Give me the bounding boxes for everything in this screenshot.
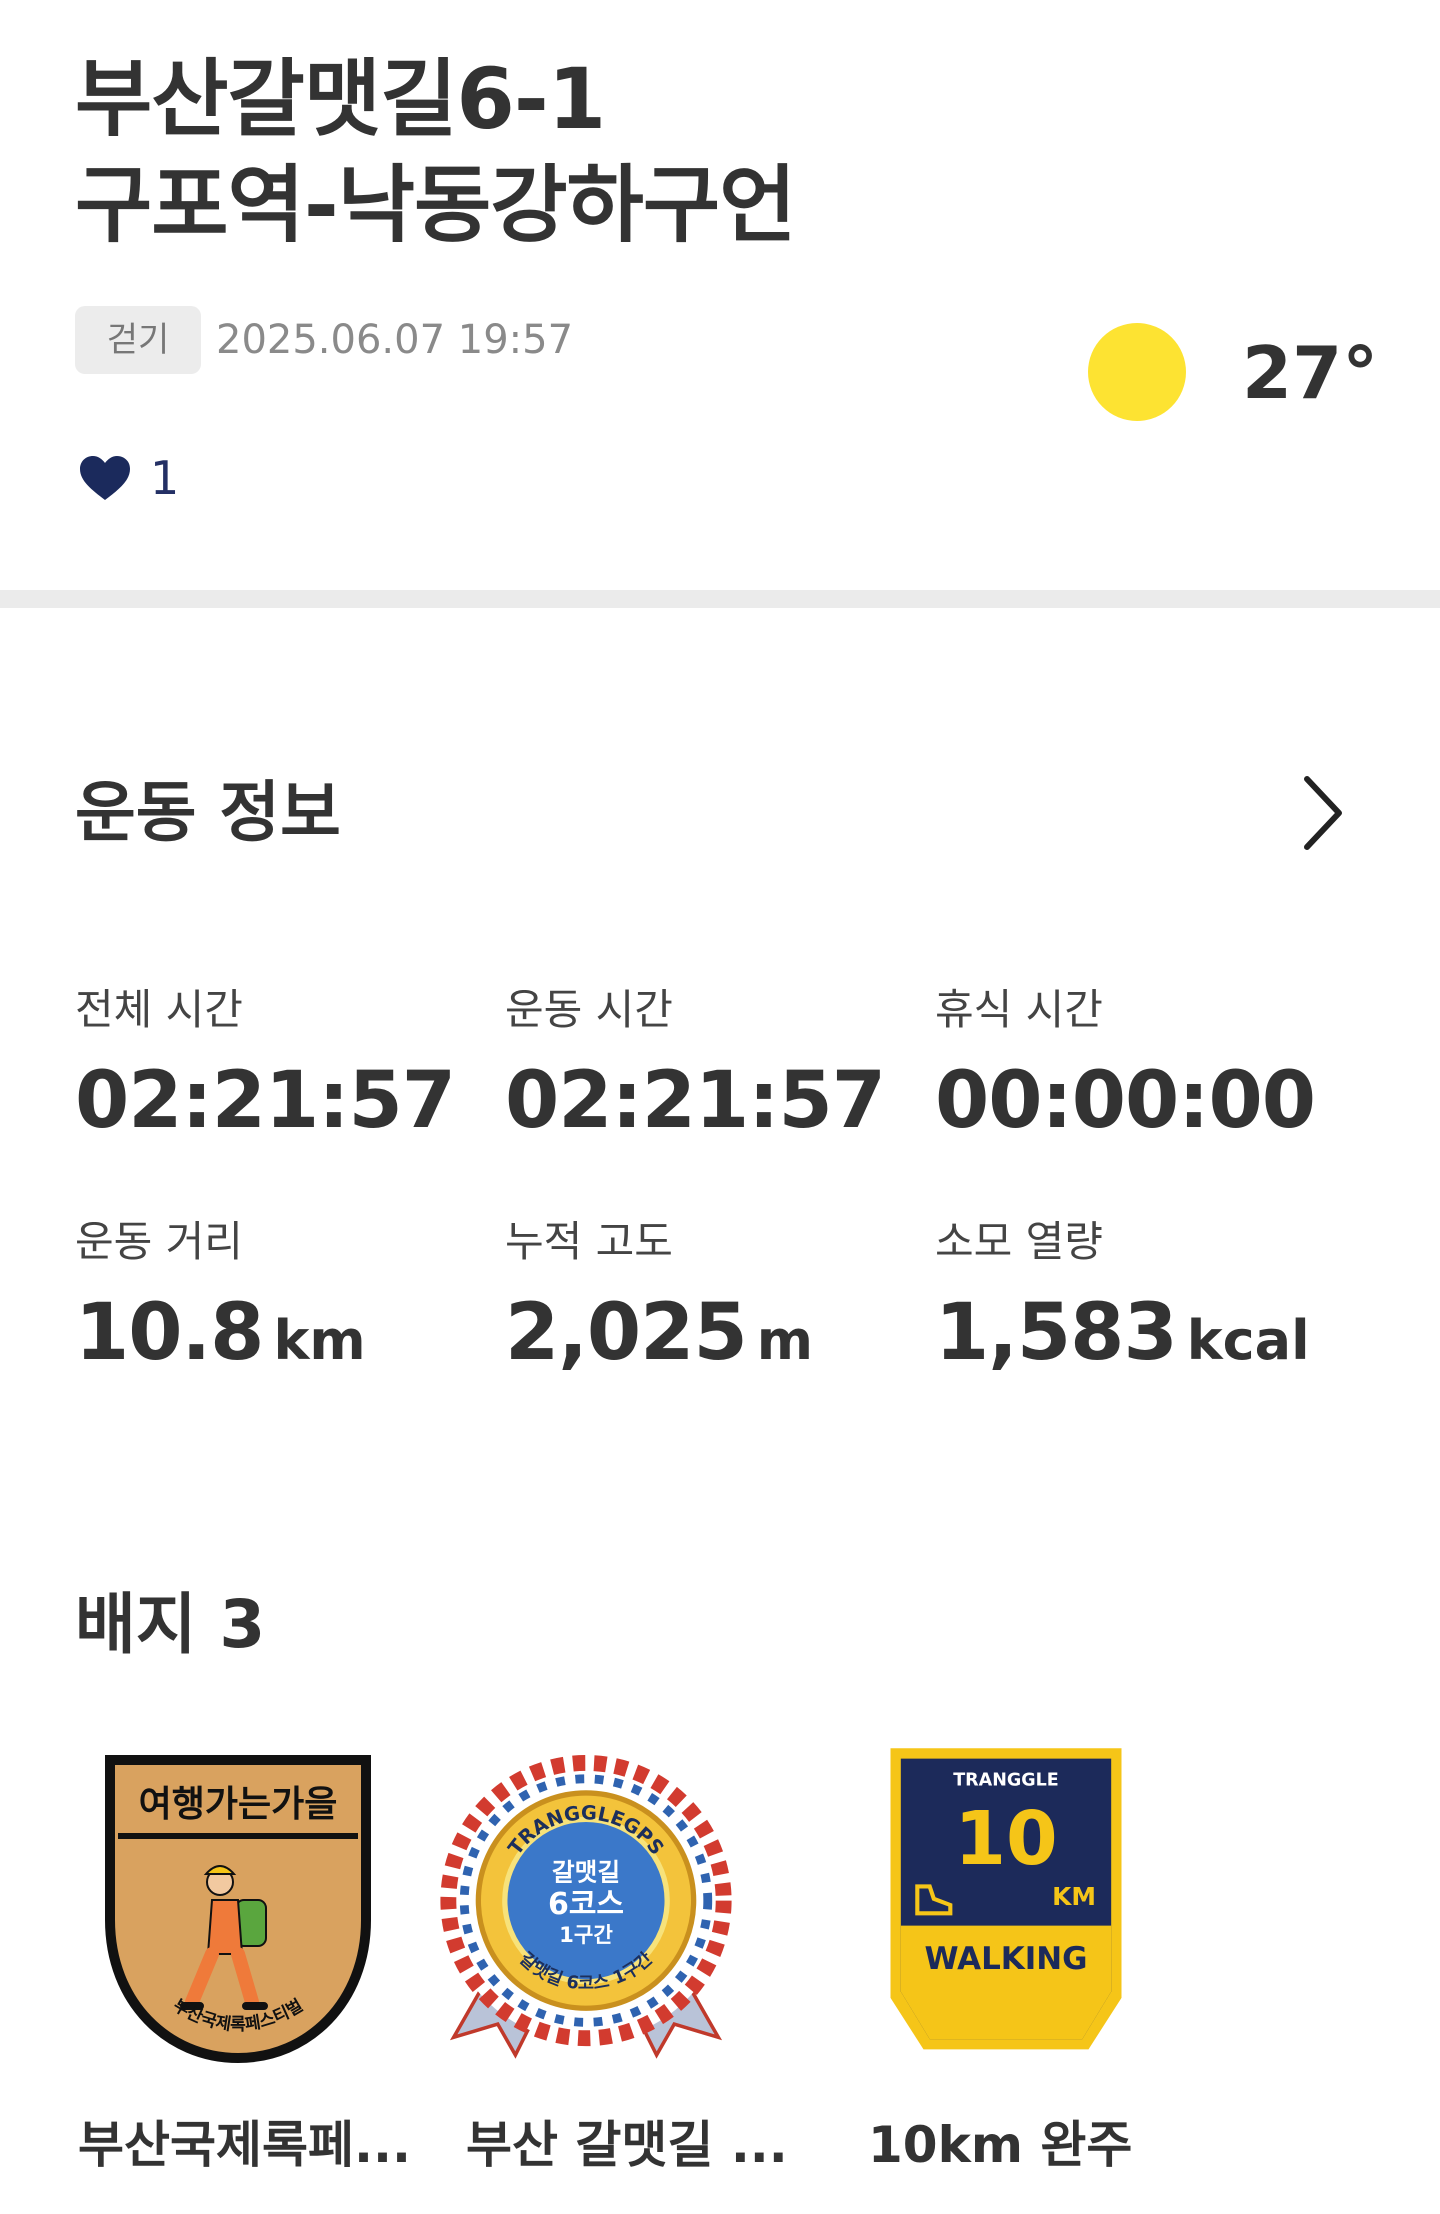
stat-label: 운동 거리 xyxy=(75,1217,243,1266)
chevron-right-icon xyxy=(1304,776,1342,850)
stat-unit: m xyxy=(756,1309,814,1372)
svg-text:KM: KM xyxy=(1052,1882,1096,1911)
badge-galmaetgil[interactable]: TRANGGLEGPS 갈맷길 6코스 1구간 갈맷길 6코스 1구간 xyxy=(436,1740,736,2070)
badge-festival[interactable]: 여행가는가을 부산국제록페스티벌 xyxy=(88,1740,388,2070)
stat-unit: km xyxy=(273,1309,366,1372)
svg-text:WALKING: WALKING xyxy=(924,1941,1087,1977)
activity-detail-page: 부산갈맷길6-1 구포역-낙동강하구언 걷기 2025.06.07 19:57 … xyxy=(0,0,1440,2214)
walking-10km-badge-icon: TRANGGLE 10 KM WALKING xyxy=(890,1748,1122,2050)
activity-title: 부산갈맷길6-1 구포역-낙동강하구언 xyxy=(75,46,796,258)
stat-value: 02:21:57 xyxy=(75,1056,456,1146)
festival-shield-badge-icon: 여행가는가을 부산국제록페스티벌 xyxy=(105,1755,371,2064)
stat-value: 2,025 m xyxy=(505,1288,814,1378)
stat-rest-time: 휴식 시간 00:00:00 xyxy=(935,982,1335,1146)
stat-exercise-time: 운동 시간 02:21:57 xyxy=(505,982,905,1146)
ribbon-rosette-badge-icon: TRANGGLEGPS 갈맷길 6코스 1구간 갈맷길 6코스 1구간 xyxy=(440,1755,732,2059)
activity-datetime: 2025.06.07 19:57 xyxy=(216,317,574,363)
stat-unit: kcal xyxy=(1186,1309,1310,1372)
stat-label: 전체 시간 xyxy=(75,985,243,1034)
stat-total-time: 전체 시간 02:21:57 xyxy=(75,982,475,1146)
sun-icon xyxy=(1088,323,1186,421)
heart-icon xyxy=(80,456,130,500)
temperature: 27° xyxy=(1242,331,1379,415)
like-button[interactable]: 1 xyxy=(78,448,179,508)
badge-10km-walking[interactable]: TRANGGLE 10 KM WALKING xyxy=(856,1740,1156,2070)
activity-type-badge: 걷기 xyxy=(75,306,201,374)
badge-name: 10km 완주 xyxy=(868,2116,1133,2174)
badge-name: 부산 갈맷길 ... xyxy=(466,2116,788,2174)
stat-label: 소모 열량 xyxy=(935,1217,1103,1266)
stat-value: 02:21:57 xyxy=(505,1056,886,1146)
badge-name: 부산국제록페... xyxy=(78,2116,411,2174)
svg-text:여행가는가을: 여행가는가을 xyxy=(139,1784,338,1825)
stat-label: 운동 시간 xyxy=(505,985,673,1034)
stat-label: 휴식 시간 xyxy=(935,985,1103,1034)
stat-calories: 소모 열량 1,583 kcal xyxy=(935,1214,1335,1386)
activity-title-line1: 부산갈맷길6-1 xyxy=(75,50,606,148)
like-count: 1 xyxy=(150,451,180,505)
svg-text:10: 10 xyxy=(954,1795,1057,1882)
stat-distance: 운동 거리 10.8 km xyxy=(75,1214,475,1386)
section-divider xyxy=(0,590,1440,608)
badges-title: 배지 3 xyxy=(75,1586,266,1663)
svg-text:TRANGGLE: TRANGGLE xyxy=(953,1770,1059,1790)
svg-text:갈맷길: 갈맷길 xyxy=(552,1857,620,1886)
svg-text:6코스: 6코스 xyxy=(548,1887,624,1922)
exercise-info-title: 운동 정보 xyxy=(75,774,341,851)
exercise-info-detail-button[interactable] xyxy=(1290,770,1356,856)
stat-elevation-gain: 누적 고도 2,025 m xyxy=(505,1214,905,1386)
svg-text:1구간: 1구간 xyxy=(559,1922,613,1947)
stat-value: 1,583 kcal xyxy=(935,1288,1310,1378)
stat-value: 00:00:00 xyxy=(935,1056,1316,1146)
stat-value: 10.8 km xyxy=(75,1288,366,1378)
stat-label: 누적 고도 xyxy=(505,1217,673,1266)
activity-title-line2: 구포역-낙동강하구언 xyxy=(75,156,796,254)
